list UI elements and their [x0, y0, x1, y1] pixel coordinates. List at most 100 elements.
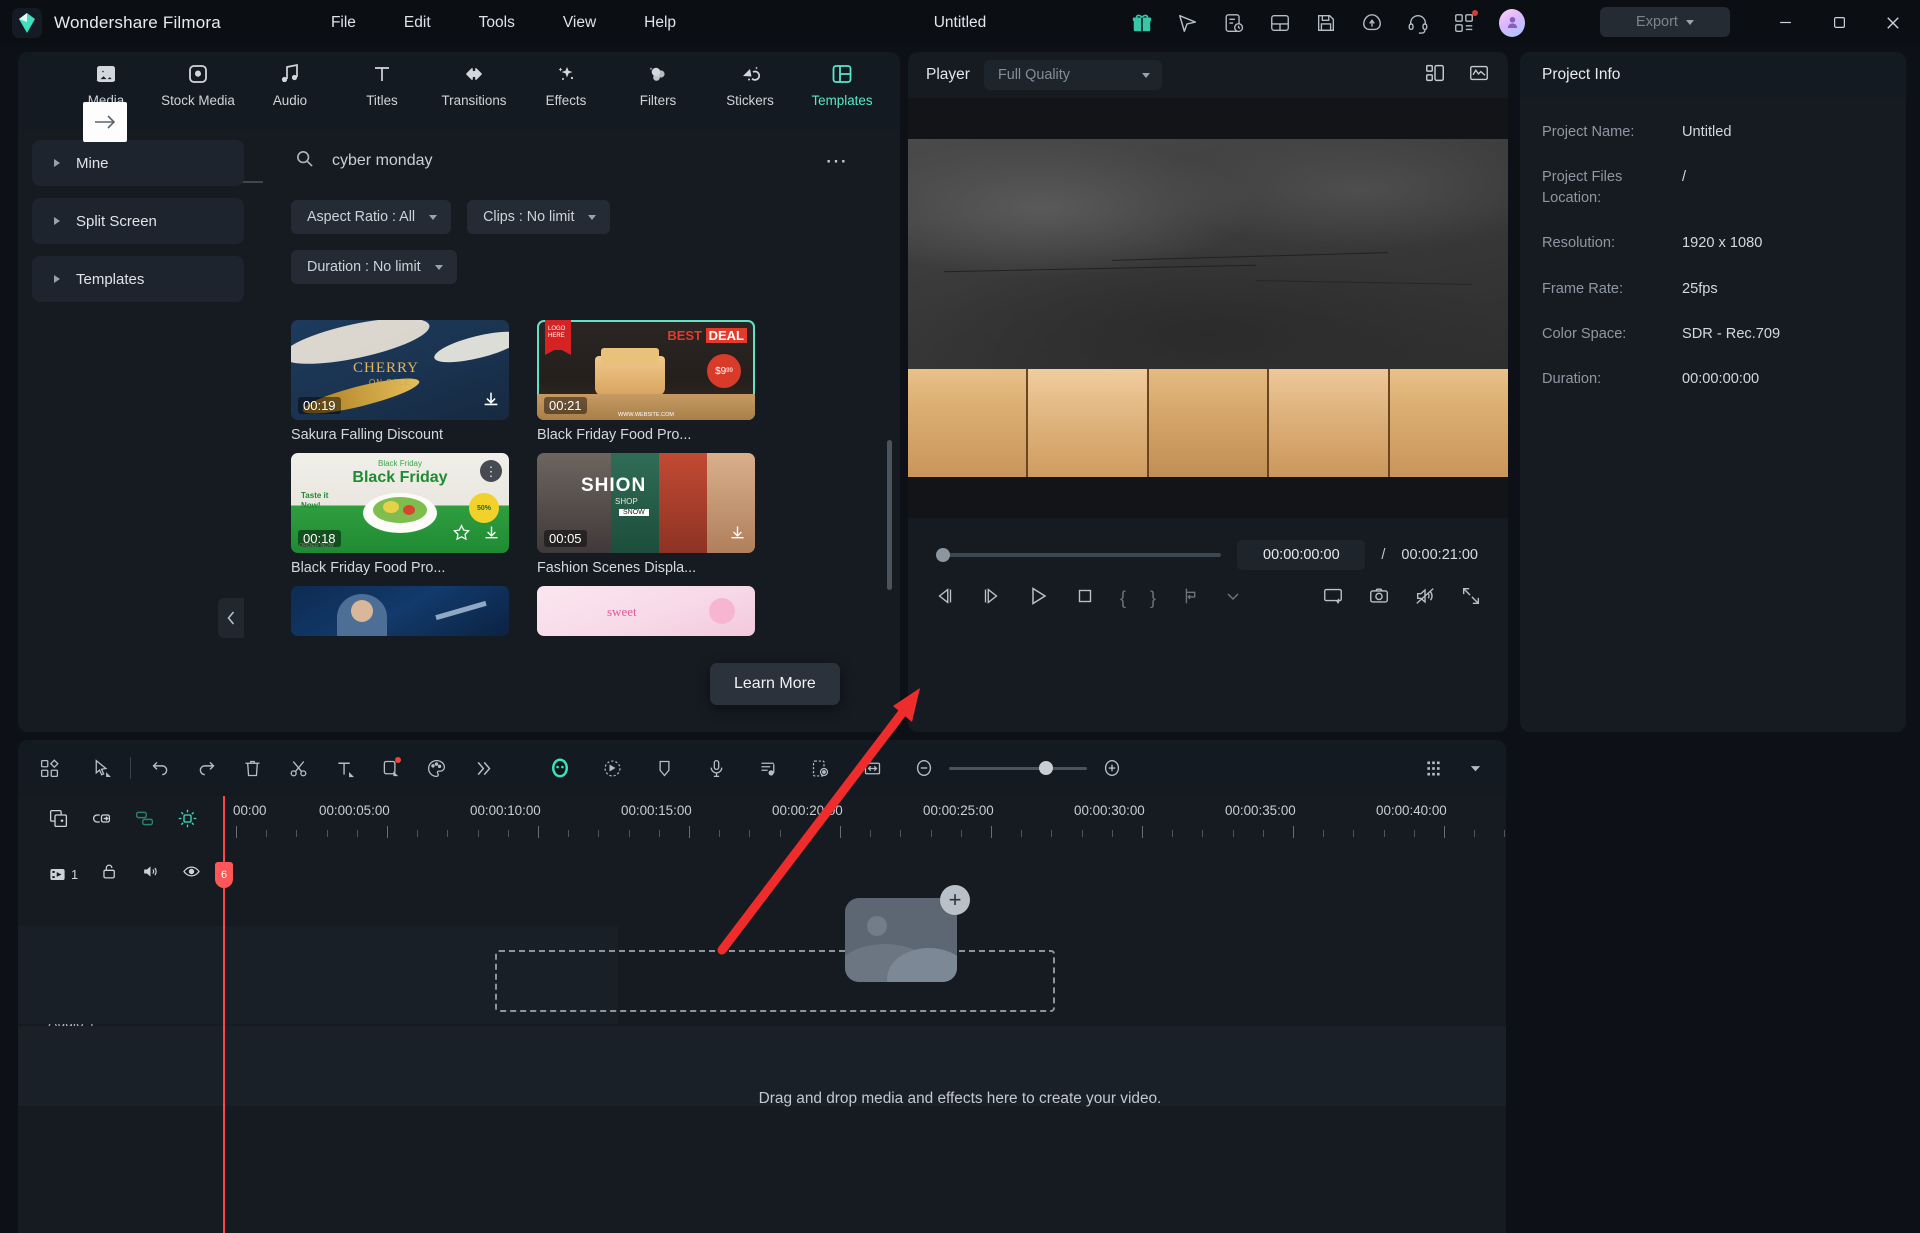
chevron-down-icon[interactable]	[1462, 755, 1488, 781]
undo-icon[interactable]	[147, 755, 173, 781]
maximize-button[interactable]	[1812, 0, 1866, 45]
tab-titles[interactable]: Titles	[336, 52, 428, 108]
template-card[interactable]: sweet	[537, 586, 755, 636]
download-icon[interactable]	[728, 523, 747, 547]
crop-icon[interactable]	[377, 755, 403, 781]
tab-effects[interactable]: Effects	[520, 52, 612, 108]
sidebar-item-mine[interactable]: Mine	[32, 140, 244, 186]
more-options-icon[interactable]: ⋯	[825, 150, 848, 172]
minimize-button[interactable]	[1758, 0, 1812, 45]
template-thumbnail[interactable]: LOGO HERE BEST DEAL $9 99 WWW.WEBSITE.COM …	[537, 320, 755, 420]
close-button[interactable]	[1866, 0, 1920, 45]
video-preview[interactable]	[908, 139, 1508, 477]
track-manager-icon[interactable]	[1420, 755, 1446, 781]
apps-grid-icon[interactable]	[1453, 9, 1478, 34]
save-icon[interactable]	[1315, 12, 1337, 34]
learn-more-tooltip[interactable]: Learn More	[710, 663, 840, 705]
template-thumbnail[interactable]	[291, 586, 509, 636]
cloud-upload-icon[interactable]	[1361, 12, 1383, 34]
media-dropzone[interactable]	[495, 950, 1055, 1012]
avatar[interactable]	[1499, 8, 1525, 37]
snapshot-icon[interactable]	[1368, 585, 1390, 612]
collapse-sidebar-button[interactable]	[218, 598, 244, 638]
menu-view[interactable]: View	[563, 14, 596, 32]
group-icon[interactable]	[134, 808, 155, 834]
tab-stickers[interactable]: Stickers	[704, 52, 796, 108]
more-icon[interactable]	[469, 755, 495, 781]
template-card[interactable]	[291, 586, 509, 636]
voiceover-icon[interactable]	[703, 755, 729, 781]
ai-portrait-icon[interactable]	[547, 755, 573, 781]
zoom-slider-handle[interactable]	[1039, 761, 1053, 775]
marker-icon[interactable]	[651, 755, 677, 781]
template-thumbnail[interactable]: sweet	[537, 586, 755, 636]
seek-handle[interactable]	[936, 548, 950, 562]
template-card[interactable]: Black Friday Black Friday Taste it Now! 5…	[291, 453, 509, 576]
template-thumbnail[interactable]: Black Friday Black Friday Taste it Now! 5…	[291, 453, 509, 553]
gift-icon[interactable]	[1131, 12, 1153, 34]
redo-icon[interactable]	[193, 755, 219, 781]
tab-templates[interactable]: Templates	[796, 52, 888, 108]
fullscreen-icon[interactable]	[1460, 585, 1482, 612]
favorite-star-icon[interactable]	[452, 523, 471, 547]
search-input[interactable]: cyber monday	[332, 152, 433, 170]
template-card[interactable]: SHION SHOP SNOW 00:05 Fashion Scenes Dis…	[537, 453, 755, 576]
template-more-icon[interactable]: ⋮	[480, 460, 502, 482]
select-tool-icon[interactable]	[88, 755, 114, 781]
seek-slider[interactable]	[936, 548, 1222, 562]
color-icon[interactable]	[423, 755, 449, 781]
task-list-icon[interactable]	[1223, 12, 1245, 34]
tab-media[interactable]: Media	[60, 52, 152, 108]
apps-icon[interactable]	[36, 755, 62, 781]
menu-tools[interactable]: Tools	[479, 14, 515, 32]
tab-filters[interactable]: Filters	[612, 52, 704, 108]
quality-dropdown[interactable]: Full Quality	[983, 60, 1162, 90]
mute-icon[interactable]	[1414, 585, 1436, 612]
text-icon[interactable]	[331, 755, 357, 781]
split-icon[interactable]	[1180, 585, 1202, 612]
keyframe-icon[interactable]	[807, 755, 833, 781]
lock-icon[interactable]	[100, 862, 119, 886]
add-media-plus-icon[interactable]: +	[940, 885, 970, 915]
library-scrollbar[interactable]	[887, 440, 892, 590]
current-time[interactable]: 00:00:00:00	[1237, 540, 1366, 570]
zoom-out-icon[interactable]	[911, 755, 937, 781]
download-icon[interactable]	[482, 523, 501, 547]
eye-icon[interactable]	[182, 862, 201, 886]
prev-frame-icon[interactable]	[934, 585, 956, 612]
mark-out-icon[interactable]: }	[1150, 588, 1156, 609]
template-card[interactable]: CHERRY ON SALE 00:19 Sakura Falling Disc…	[291, 320, 509, 443]
template-thumbnail[interactable]: SHION SHOP SNOW 00:05	[537, 453, 755, 553]
fit-icon[interactable]	[859, 755, 885, 781]
menu-help[interactable]: Help	[644, 14, 676, 32]
filter-clips[interactable]: Clips : No limit	[467, 200, 611, 234]
template-card[interactable]: LOGO HERE BEST DEAL $9 99 WWW.WEBSITE.COM …	[537, 320, 755, 443]
playhead-handle[interactable]: 6	[215, 862, 233, 888]
template-thumbnail[interactable]: CHERRY ON SALE 00:19	[291, 320, 509, 420]
filter-aspect-ratio[interactable]: Aspect Ratio : All	[291, 200, 452, 234]
audio-mixer-icon[interactable]	[755, 755, 781, 781]
cut-icon[interactable]	[285, 755, 311, 781]
tab-audio[interactable]: Audio	[244, 52, 336, 108]
export-button[interactable]: Export	[1600, 7, 1730, 37]
layout-icon[interactable]	[1269, 12, 1291, 34]
zoom-in-icon[interactable]	[1099, 755, 1125, 781]
tab-transitions[interactable]: Transitions	[428, 52, 520, 108]
timeline-ruler[interactable]: 00:00 00:00:05:00 00:00:10:00 00:00:15:0…	[223, 796, 1506, 842]
download-icon[interactable]	[481, 389, 501, 414]
link-icon[interactable]	[91, 808, 112, 834]
mark-in-icon[interactable]: {	[1120, 588, 1126, 609]
next-frame-icon[interactable]	[980, 585, 1002, 612]
play-icon[interactable]	[1026, 584, 1050, 613]
playhead[interactable]: 6	[215, 796, 233, 1233]
screen-icon[interactable]	[1322, 585, 1344, 612]
sidebar-item-split-screen[interactable]: Split Screen	[32, 198, 244, 244]
menu-edit[interactable]: Edit	[404, 14, 431, 32]
auto-highlight-icon[interactable]	[177, 808, 198, 834]
stop-icon[interactable]	[1074, 585, 1096, 612]
sidebar-item-templates[interactable]: Templates	[32, 256, 244, 302]
chevron-down-icon[interactable]	[1226, 589, 1240, 608]
tab-stock-media[interactable]: Stock Media	[152, 52, 244, 108]
headset-support-icon[interactable]	[1407, 12, 1429, 34]
motion-tracking-icon[interactable]	[599, 755, 625, 781]
